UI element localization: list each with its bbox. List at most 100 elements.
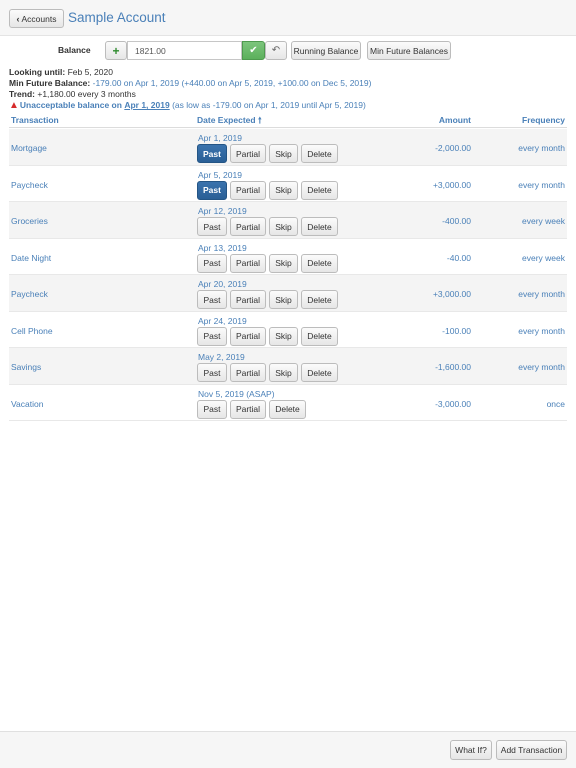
transaction-name-link[interactable]: Vacation: [11, 399, 43, 409]
date-expected: Apr 13, 2019: [198, 242, 247, 253]
header-frequency[interactable]: Frequency: [522, 115, 565, 125]
frequency: once: [546, 398, 565, 409]
date-expected: Nov 5, 2019 (ASAP): [198, 388, 275, 399]
header-transaction[interactable]: Transaction: [11, 115, 59, 125]
skip-button[interactable]: Skip: [269, 326, 298, 346]
min-future-balance-line: Min Future Balance: -179.00 on Apr 1, 20…: [9, 78, 371, 88]
date-expected: May 2, 2019: [198, 352, 245, 362]
frequency: every month: [518, 362, 565, 372]
delete-button[interactable]: Delete: [301, 290, 338, 309]
past-button[interactable]: Past: [197, 290, 227, 309]
date-expected: Apr 5, 2019: [198, 169, 242, 180]
looking-until-line: Looking until: Feb 5, 2020: [9, 67, 113, 77]
table-row: Groceries Apr 12, 2019 Past Partial Skip…: [9, 202, 567, 239]
back-to-accounts-button[interactable]: ‹ Accounts: [9, 9, 64, 28]
row-actions: Past Partial Delete: [197, 399, 309, 419]
running-balance-button[interactable]: Running Balance: [291, 41, 361, 60]
skip-button[interactable]: Skip: [269, 180, 298, 200]
frequency: every month: [518, 289, 565, 299]
add-transaction-button[interactable]: Add Transaction: [496, 740, 567, 760]
partial-button[interactable]: Partial: [230, 399, 266, 419]
frequency: every week: [522, 252, 565, 263]
transaction-name-link[interactable]: Date Night: [11, 253, 51, 263]
past-button[interactable]: Past: [197, 326, 227, 346]
transaction-name-link[interactable]: Savings: [11, 362, 41, 372]
looking-until-value: Feb 5, 2020: [67, 67, 113, 77]
chevron-left-icon: ‹: [16, 13, 20, 24]
header-date-expected[interactable]: Date Expected 🠕: [197, 115, 262, 129]
skip-button[interactable]: Skip: [269, 290, 298, 309]
balance-input[interactable]: [127, 41, 242, 60]
unacceptable-balance-warning: ▲Unacceptable balance on Apr 1, 2019 (as…: [9, 100, 366, 111]
partial-button[interactable]: Partial: [230, 180, 266, 200]
table-header: Transaction Date Expected 🠕 Amount Frequ…: [9, 112, 567, 128]
amount: -400.00: [442, 216, 471, 226]
undo-balance-button[interactable]: ↶: [265, 41, 287, 60]
min-future-value: -179.00 on Apr 1, 2019 (+440.00 on Apr 5…: [92, 78, 372, 88]
past-button[interactable]: Past: [197, 144, 227, 163]
what-if-button[interactable]: What If?: [450, 740, 492, 760]
row-actions: Past Partial Skip Delete: [197, 326, 341, 346]
skip-button[interactable]: Skip: [269, 363, 298, 382]
past-button[interactable]: Past: [197, 253, 227, 273]
header-date-expected-label: Date Expected: [197, 115, 256, 125]
transaction-name-link[interactable]: Paycheck: [11, 289, 48, 299]
delete-button[interactable]: Delete: [301, 144, 338, 163]
skip-button[interactable]: Skip: [269, 217, 298, 236]
undo-icon: ↶: [271, 45, 281, 56]
transaction-name-link[interactable]: Cell Phone: [11, 326, 53, 336]
skip-button[interactable]: Skip: [269, 253, 298, 273]
min-future-balances-button[interactable]: Min Future Balances: [367, 41, 451, 60]
table-row: Paycheck Apr 5, 2019 Past Partial Skip D…: [9, 166, 567, 202]
sort-arrow-up-icon: 🠕: [257, 115, 262, 125]
warning-prefix: Unacceptable balance on: [19, 100, 122, 110]
partial-button[interactable]: Partial: [230, 363, 266, 382]
back-button-label: Accounts: [21, 13, 57, 24]
past-button[interactable]: Past: [197, 399, 227, 419]
frequency: every month: [518, 179, 565, 190]
past-button[interactable]: Past: [197, 180, 227, 200]
amount: -3,000.00: [435, 398, 471, 409]
delete-button[interactable]: Delete: [301, 253, 338, 273]
bottom-toolbar: What If? Add Transaction: [0, 731, 576, 768]
check-icon: ✔: [249, 45, 258, 56]
partial-button[interactable]: Partial: [230, 253, 266, 273]
frequency: every month: [518, 325, 565, 336]
table-row: Cell Phone Apr 24, 2019 Past Partial Ski…: [9, 312, 567, 348]
top-bar: ‹ Accounts Sample Account: [0, 0, 576, 36]
page-title: Sample Account: [68, 10, 166, 25]
delete-button[interactable]: Delete: [301, 326, 338, 346]
row-actions: Past Partial Skip Delete: [197, 253, 341, 273]
trend-value: +1,180.00 every 3 months: [37, 89, 136, 99]
delete-button[interactable]: Delete: [301, 363, 338, 382]
transaction-name-link[interactable]: Mortgage: [11, 143, 47, 153]
row-actions: Past Partial Skip Delete: [197, 217, 341, 236]
past-button[interactable]: Past: [197, 217, 227, 236]
partial-button[interactable]: Partial: [230, 144, 266, 163]
warning-detail: (as low as -179.00 on Apr 1, 2019 until …: [172, 100, 366, 110]
frequency: every month: [518, 143, 565, 153]
header-amount[interactable]: Amount: [439, 115, 471, 125]
past-button[interactable]: Past: [197, 363, 227, 382]
trend-line: Trend: +1,180.00 every 3 months: [9, 89, 136, 99]
balance-label: Balance: [58, 45, 91, 55]
row-actions: Past Partial Skip Delete: [197, 363, 341, 382]
add-balance-button[interactable]: +: [105, 41, 127, 60]
partial-button[interactable]: Partial: [230, 217, 266, 236]
table-row: Date Night Apr 13, 2019 Past Partial Ski…: [9, 239, 567, 275]
table-row: Paycheck Apr 20, 2019 Past Partial Skip …: [9, 275, 567, 312]
transaction-name-link[interactable]: Paycheck: [11, 180, 48, 190]
skip-button[interactable]: Skip: [269, 144, 298, 163]
date-expected: Apr 12, 2019: [198, 206, 247, 216]
warning-icon: ▲: [9, 100, 19, 111]
partial-button[interactable]: Partial: [230, 290, 266, 309]
delete-button[interactable]: Delete: [301, 180, 338, 200]
partial-button[interactable]: Partial: [230, 326, 266, 346]
date-expected: Apr 24, 2019: [198, 315, 247, 326]
confirm-balance-button[interactable]: ✔: [242, 41, 265, 60]
delete-button[interactable]: Delete: [301, 217, 338, 236]
table-row: Savings May 2, 2019 Past Partial Skip De…: [9, 348, 567, 385]
delete-button[interactable]: Delete: [269, 399, 306, 419]
warning-date-link[interactable]: Apr 1, 2019: [124, 100, 169, 110]
transaction-name-link[interactable]: Groceries: [11, 216, 48, 226]
